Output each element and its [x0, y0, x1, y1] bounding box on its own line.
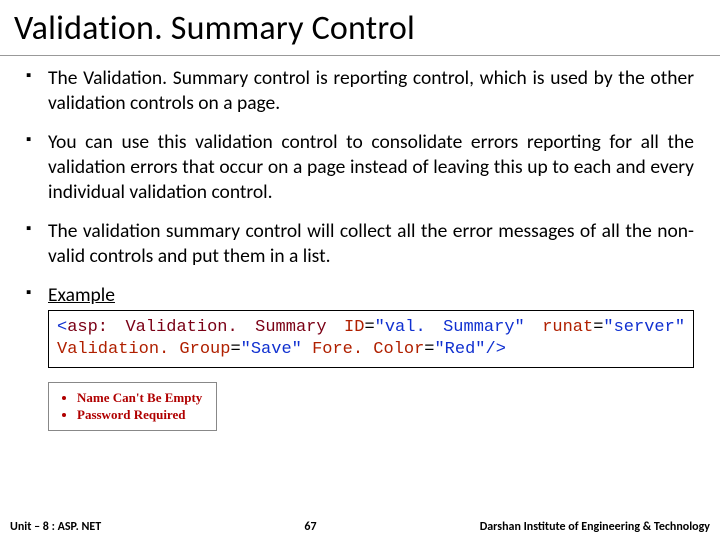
output-item: Name Can't Be Empty — [77, 389, 202, 407]
output-list: Name Can't Be Empty Password Required — [59, 389, 202, 424]
code-tag: asp: Validation. Summary — [67, 318, 326, 337]
output-preview: Name Can't Be Empty Password Required — [48, 382, 217, 431]
bullet-list: The Validation. Summary control is repor… — [26, 66, 694, 431]
footer-institute: Darshan Institute of Engineering & Techn… — [480, 520, 710, 534]
slide-title: Validation. Summary Control — [0, 0, 720, 56]
footer-page: 67 — [264, 520, 316, 534]
code-attr: runat — [542, 318, 593, 337]
output-item: Password Required — [77, 406, 202, 424]
content-area: The Validation. Summary control is repor… — [0, 56, 720, 431]
code-token: < — [57, 318, 67, 337]
bullet-item: The validation summary control will coll… — [26, 219, 694, 269]
code-example: <asp: Validation. Summary ID="val. Summa… — [48, 310, 694, 368]
footer-unit: Unit – 8 : ASP. NET — [10, 520, 101, 534]
code-attr: Validation. Group — [57, 340, 230, 359]
code-value: "Red" — [434, 340, 485, 359]
code-value: "val. Summary" — [375, 318, 525, 337]
code-token: /> — [486, 340, 506, 359]
bullet-item: Example <asp: Validation. Summary ID="va… — [26, 283, 694, 431]
code-attr: ID — [344, 318, 364, 337]
slide: Validation. Summary Control The Validati… — [0, 0, 720, 540]
code-value: "server" — [603, 318, 685, 337]
code-value: "Save" — [241, 340, 302, 359]
bullet-item: The Validation. Summary control is repor… — [26, 66, 694, 116]
footer: Unit – 8 : ASP. NET 67 Darshan Institute… — [0, 520, 720, 534]
example-label: Example — [48, 283, 115, 307]
bullet-item: You can use this validation control to c… — [26, 130, 694, 205]
code-attr: Fore. Color — [312, 340, 424, 359]
